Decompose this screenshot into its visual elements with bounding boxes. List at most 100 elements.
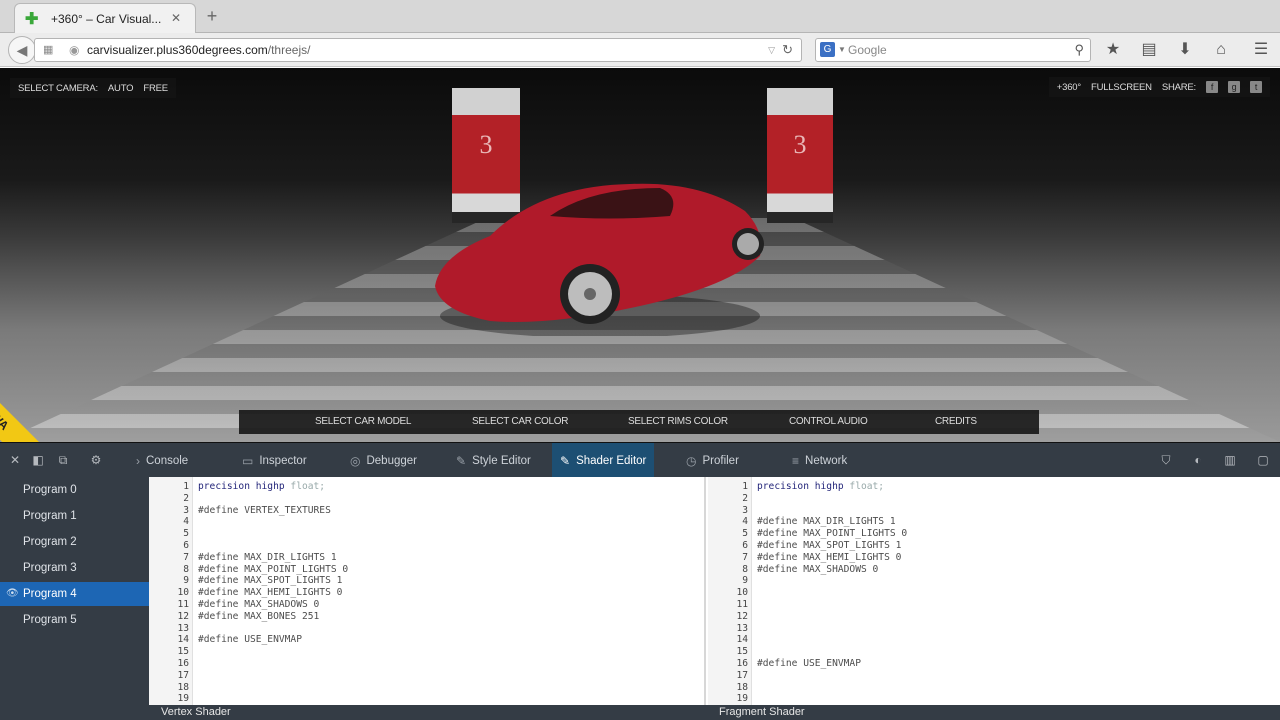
car-options-menu: SELECT CAR MODEL SELECT CAR COLOR SELECT… — [239, 410, 1039, 434]
screenshot-icon[interactable]: ▢ — [1255, 453, 1271, 467]
window-icon[interactable]: ⧉ — [55, 453, 71, 468]
settings-gear-icon[interactable]: ⚙ — [88, 453, 104, 467]
engine-dropdown-icon[interactable]: ▼ — [838, 39, 846, 61]
tab-profiler[interactable]: ◷ Profiler — [678, 443, 747, 478]
tab-label: Debugger — [366, 454, 417, 467]
reload-icon[interactable]: ↻ — [782, 39, 793, 61]
program-item[interactable]: Program 5 — [0, 608, 149, 632]
address-bar[interactable]: ▦ ◉ carvisualizer.plus360degrees.com/thr… — [34, 38, 802, 62]
pick-element-icon[interactable]: ⛉ — [1158, 453, 1174, 468]
line-number: 10 — [177, 587, 189, 599]
line-number: 5 — [742, 528, 748, 540]
fullscreen-button[interactable]: FULLSCREEN — [1091, 82, 1152, 93]
back-button[interactable]: ◀ — [8, 36, 36, 64]
url-dropdown-icon[interactable]: ▽ — [768, 39, 775, 61]
code-text: #define MAX_DIR_LIGHTS 1 — [757, 516, 896, 528]
car-visualizer-canvas[interactable]: 3 3 SELECT CAMERA: AUTO FREE +360° FULLS… — [0, 68, 1280, 442]
right-pillar: 3 — [767, 88, 833, 223]
tab-shader-editor[interactable]: ✎ Shader Editor — [552, 443, 655, 478]
tab-network[interactable]: ≡ Network — [784, 443, 855, 478]
code-text: #define MAX_SHADOWS 0 — [198, 599, 320, 610]
style-editor-icon: ✎ — [456, 453, 467, 468]
select-car-color-button[interactable]: SELECT CAR COLOR — [472, 416, 568, 427]
credits-button[interactable]: CREDITS — [935, 416, 977, 427]
line-number: 19 — [736, 693, 748, 705]
site-favicon-icon: ✚ — [25, 10, 39, 28]
profiler-icon: ◷ — [686, 453, 697, 468]
code-text: #define MAX_POINT_LIGHTS 0 — [757, 528, 908, 540]
line-number: 13 — [177, 622, 189, 634]
tab-debugger[interactable]: ◎ Debugger — [342, 443, 425, 478]
identity-icon[interactable]: ▦ — [43, 44, 55, 56]
network-icon: ≡ — [792, 453, 800, 468]
console-icon: › — [136, 453, 140, 468]
tab-style-editor[interactable]: ✎ Style Editor — [448, 443, 539, 478]
program-item[interactable]: Program 1 — [0, 504, 149, 528]
line-number: 5 — [183, 528, 189, 540]
line-number: 15 — [736, 646, 748, 658]
program-list: Program 0 Program 1 Program 2 Program 3 … — [0, 477, 149, 720]
line-number: 9 — [183, 575, 189, 587]
download-icon[interactable]: ⬇ — [1174, 39, 1196, 61]
search-icon[interactable]: ⚲ — [1074, 39, 1084, 61]
google-engine-icon[interactable]: G — [820, 42, 835, 57]
google-share-icon[interactable]: g — [1228, 81, 1240, 93]
line-number: 17 — [736, 669, 748, 681]
browser-tab-strip: ✚ +360° – Car Visual... ✕ + — [0, 0, 1280, 33]
browser-tab[interactable]: ✚ +360° – Car Visual... ✕ — [14, 3, 196, 33]
fragment-shader-editor[interactable]: 1 precision highp float; 2 3 4 #define MAX_DI… — [708, 477, 1280, 705]
inspector-icon: ▭ — [242, 453, 254, 468]
program-item[interactable]: Program 3 — [0, 556, 149, 580]
control-audio-button[interactable]: CONTROL AUDIO — [789, 416, 868, 427]
line-number: 15 — [177, 646, 189, 658]
scene-topright-controls: +360° FULLSCREEN SHARE: f g t — [1048, 77, 1270, 97]
code-text: #define MAX_SPOT_LIGHTS 1 — [757, 540, 902, 551]
line-number: 3 — [183, 504, 189, 516]
close-tab-icon[interactable]: ✕ — [171, 11, 181, 25]
bookmarks-menu-icon[interactable]: ▤ — [1138, 39, 1160, 61]
program-label: Program 1 — [23, 510, 77, 522]
facebook-icon[interactable]: f — [1206, 81, 1218, 93]
twitter-icon[interactable]: t — [1250, 81, 1262, 93]
split-console-icon[interactable]: ◐ — [1190, 453, 1206, 467]
code-text: #define MAX_HEMI_LIGHTS 0 — [757, 551, 902, 563]
select-car-model-button[interactable]: SELECT CAR MODEL — [315, 416, 411, 427]
pillar-number: 3 — [793, 130, 807, 159]
tab-inspector[interactable]: ▭ Inspector — [234, 443, 315, 478]
line-number: 9 — [742, 575, 748, 587]
visibility-eye-icon[interactable]: 👁 — [6, 582, 19, 606]
line-number: 14 — [736, 634, 748, 646]
program-item[interactable]: Program 2 — [0, 530, 149, 554]
share-label: SHARE: — [1161, 81, 1196, 93]
select-rims-color-button[interactable]: SELECT RIMS COLOR — [628, 416, 728, 427]
url-text[interactable]: carvisualizer.plus360degrees.com/threejs… — [87, 39, 310, 61]
shader-editor-icon: ✎ — [560, 453, 571, 468]
program-label: Program 3 — [23, 562, 77, 574]
code-text: #define MAX_SPOT_LIGHTS 1 — [198, 575, 343, 587]
close-devtools-icon[interactable]: ✕ — [7, 453, 23, 467]
pillar-number: 3 — [479, 130, 493, 159]
program-label: Program 2 — [23, 536, 77, 548]
fragment-shader-label: Fragment Shader — [708, 705, 1280, 720]
home-icon[interactable]: ⌂ — [1210, 39, 1232, 61]
new-tab-button[interactable]: + — [203, 6, 221, 27]
program-item-selected[interactable]: 👁 Program 4 — [0, 582, 149, 606]
debugger-icon: ◎ — [350, 453, 361, 468]
brand-link[interactable]: +360° — [1057, 82, 1081, 93]
responsive-icon[interactable]: ▥ — [1222, 453, 1238, 467]
tab-console[interactable]: › Console — [128, 443, 196, 478]
camera-auto-button[interactable]: AUTO — [108, 83, 134, 94]
bookmark-star-icon[interactable]: ★ — [1102, 39, 1124, 61]
line-number: 12 — [736, 610, 748, 622]
dock-icon[interactable]: ◧ — [30, 453, 46, 467]
tab-label: Console — [146, 454, 189, 467]
tab-label: Network — [805, 454, 848, 467]
tab-title: +360° – Car Visual... — [51, 11, 162, 26]
menu-icon[interactable]: ☰ — [1250, 39, 1272, 61]
program-item[interactable]: Program 0 — [0, 478, 149, 502]
camera-free-button[interactable]: FREE — [143, 83, 168, 94]
tab-label: Profiler — [702, 454, 739, 467]
line-number: 10 — [736, 587, 748, 599]
vertex-shader-editor[interactable]: 1 precision highp float; 2 3 #define VERTEX_… — [149, 477, 706, 705]
search-box[interactable]: G ▼ Google ⚲ — [815, 38, 1091, 62]
